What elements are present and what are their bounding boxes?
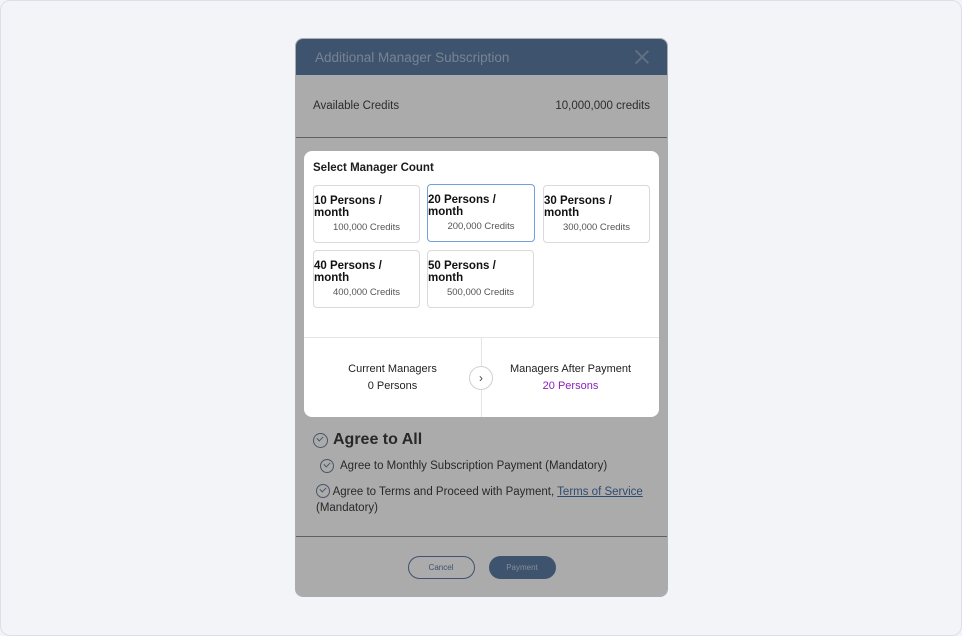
option-credits: 400,000 Credits [332, 287, 401, 298]
after-payment-label: Managers After Payment [509, 363, 632, 375]
option-credits: 500,000 Credits [446, 287, 515, 298]
option-40-persons[interactable]: 40 Persons / month 400,000 Credits [313, 250, 420, 308]
current-managers-label: Current Managers [348, 363, 437, 375]
option-50-persons[interactable]: 50 Persons / month 500,000 Credits [427, 250, 534, 308]
after-payment-value: 20 Persons [542, 380, 599, 392]
option-30-persons[interactable]: 30 Persons / month 300,000 Credits [543, 185, 650, 243]
option-title: 40 Persons / month [314, 260, 382, 284]
manager-count-panel: Select Manager Count 10 Persons / month … [304, 151, 659, 417]
option-10-persons[interactable]: 10 Persons / month 100,000 Credits [313, 185, 420, 243]
option-title: 10 Persons / month [314, 195, 382, 219]
option-title: 30 Persons / month [544, 195, 612, 219]
option-title: 50 Persons / month [428, 260, 496, 284]
option-credits: 200,000 Credits [447, 221, 515, 232]
current-managers: Current Managers 0 Persons [304, 338, 481, 417]
option-title: 20 Persons / month [428, 194, 496, 218]
option-credits: 300,000 Credits [562, 222, 631, 233]
chevron-right-icon: › [469, 366, 493, 390]
option-credits: 100,000 Credits [332, 222, 401, 233]
panel-title: Select Manager Count [313, 162, 434, 174]
summary-divider: › [469, 338, 493, 417]
current-managers-value: 0 Persons [367, 380, 418, 392]
manager-summary: Current Managers 0 Persons › Managers Af… [304, 337, 659, 417]
option-20-persons[interactable]: 20 Persons / month 200,000 Credits [427, 184, 535, 242]
managers-after-payment: Managers After Payment 20 Persons [482, 338, 659, 417]
